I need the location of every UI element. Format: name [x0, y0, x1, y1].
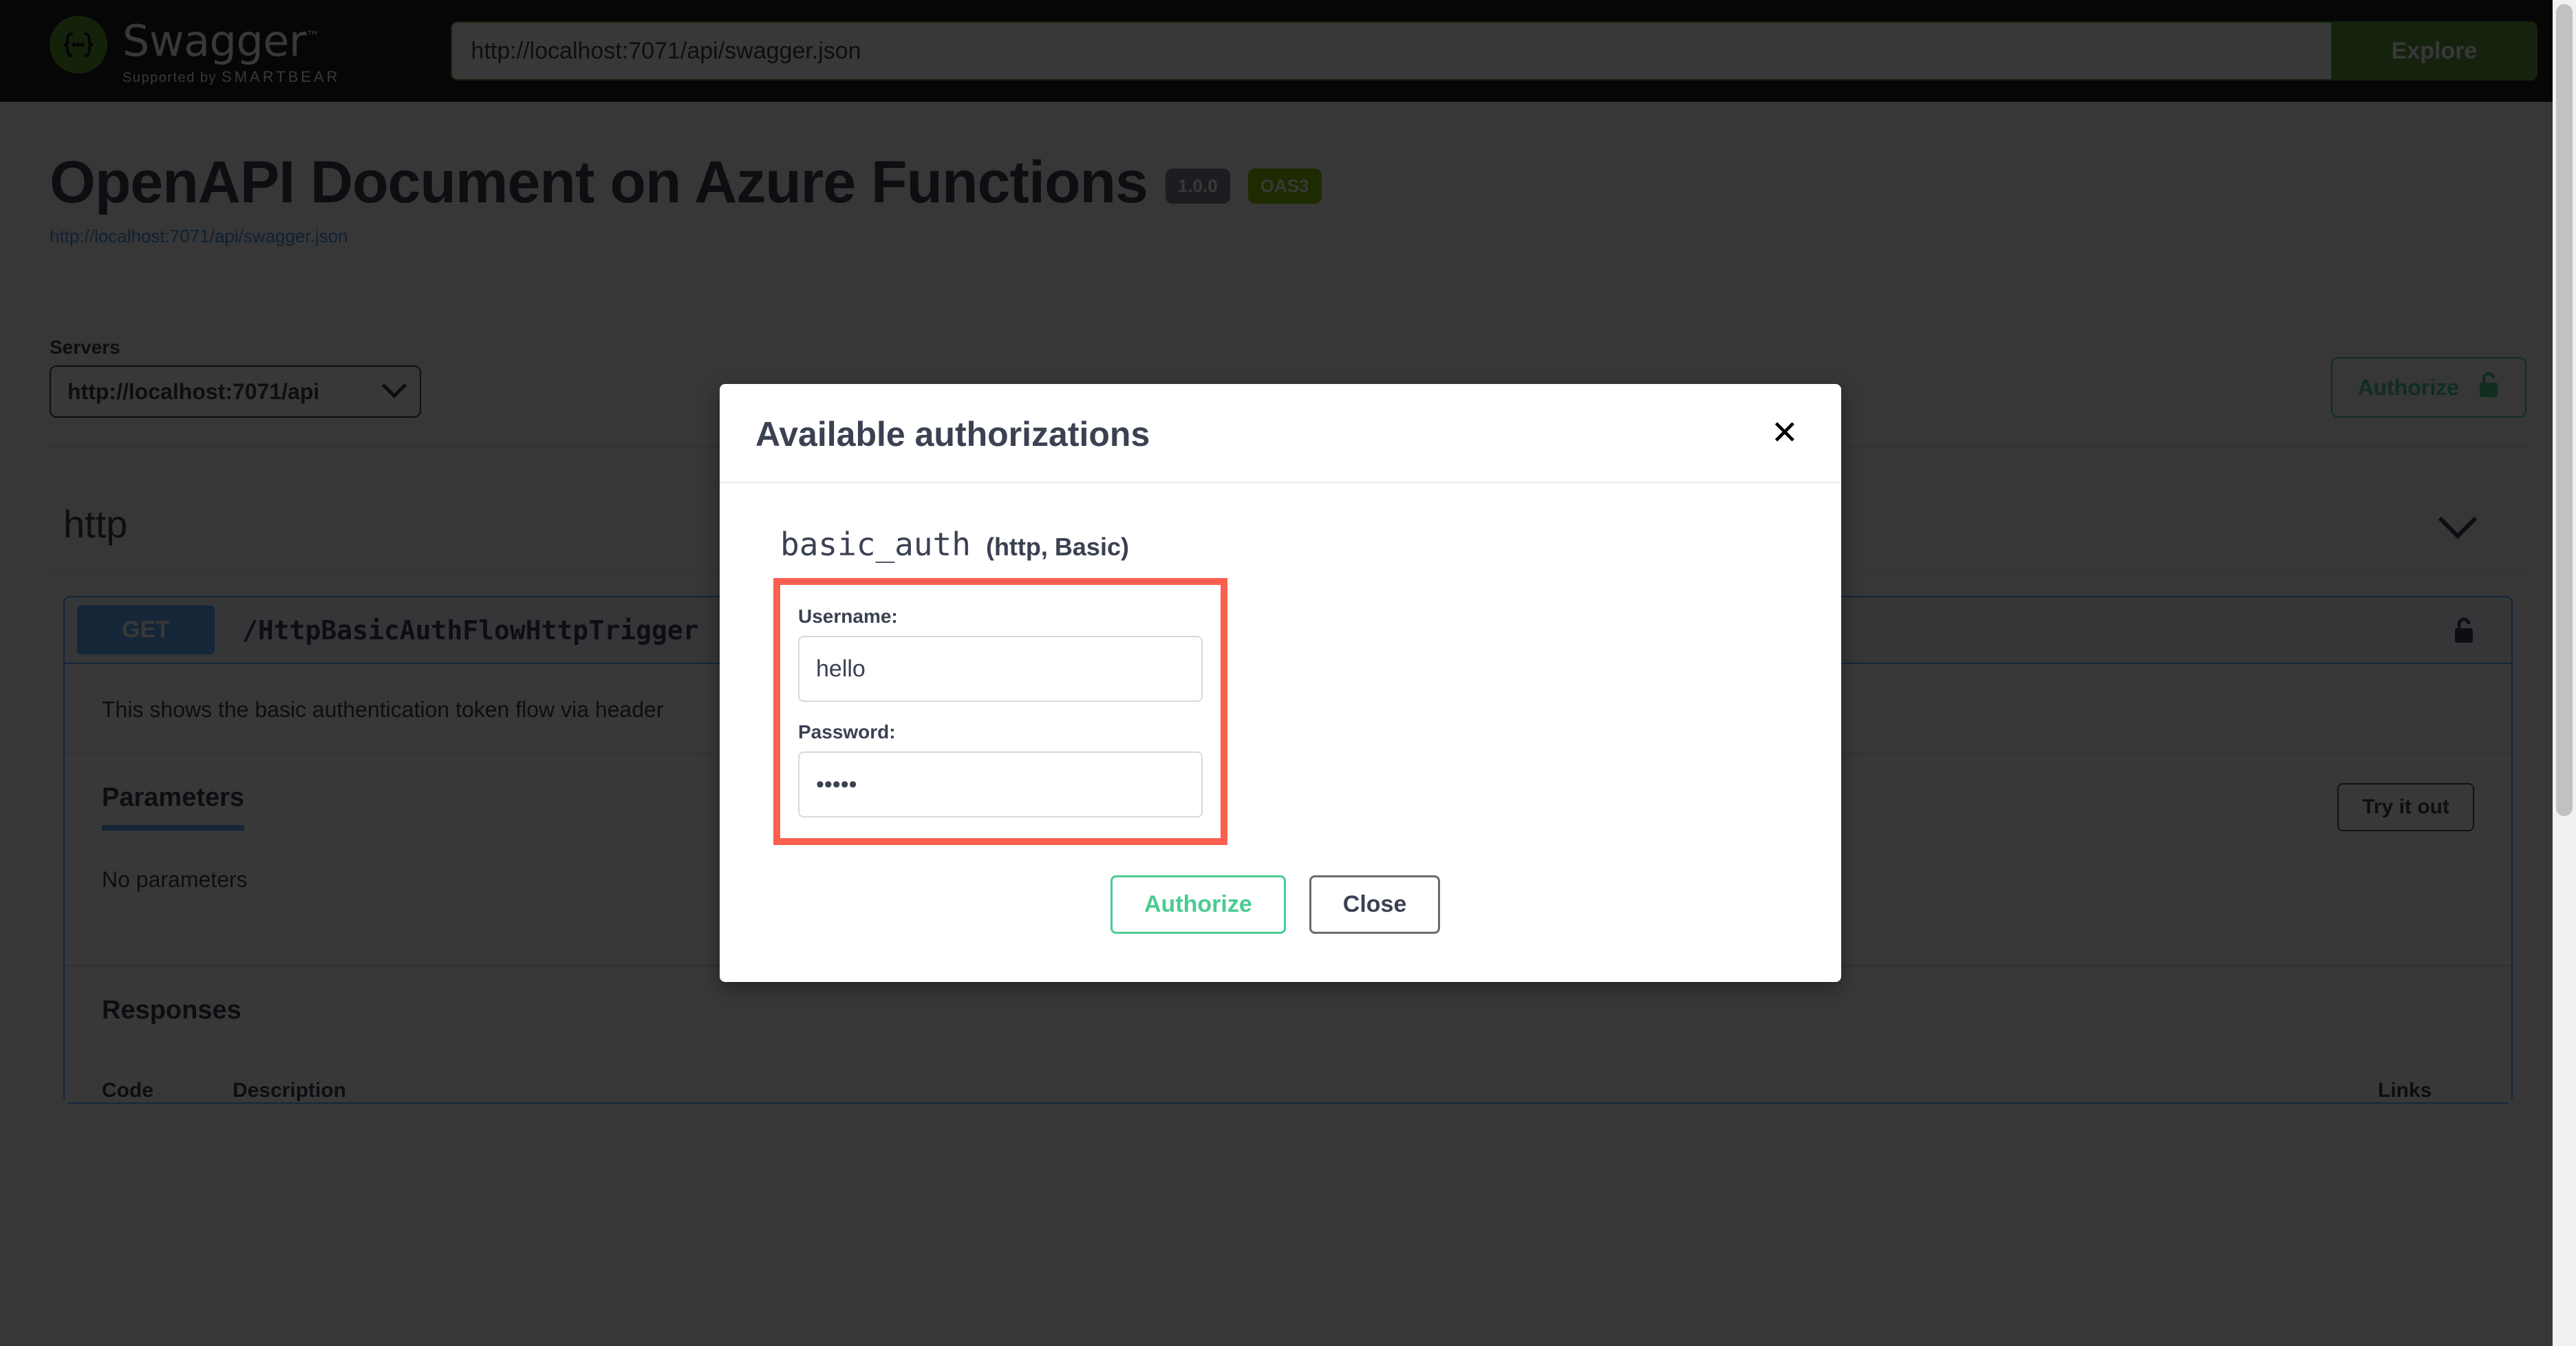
close-icon[interactable]: ✕ [1764, 414, 1805, 453]
password-input[interactable] [798, 751, 1203, 818]
auth-scheme-type: (http, Basic) [985, 533, 1129, 561]
auth-scheme-title: basic_auth (http, Basic) [755, 526, 1805, 563]
field-spacer [798, 702, 1203, 721]
modal-header: Available authorizations ✕ [720, 384, 1841, 483]
username-label: Username: [798, 606, 898, 627]
password-label: Password: [798, 721, 896, 743]
modal-title: Available authorizations [755, 415, 1150, 453]
scrollbar-thumb[interactable] [2556, 4, 2573, 816]
modal-body: basic_auth (http, Basic) Username: Passw… [720, 483, 1841, 982]
available-authorizations-modal: Available authorizations ✕ basic_auth (h… [720, 384, 1841, 982]
basic-auth-form-highlight: Username: Password: [773, 578, 1227, 845]
modal-actions: Authorize Close [755, 875, 1805, 934]
username-input[interactable] [798, 636, 1203, 702]
auth-scheme-name: basic_auth [780, 526, 971, 563]
modal-authorize-button[interactable]: Authorize [1110, 875, 1286, 934]
modal-close-button[interactable]: Close [1309, 875, 1441, 934]
